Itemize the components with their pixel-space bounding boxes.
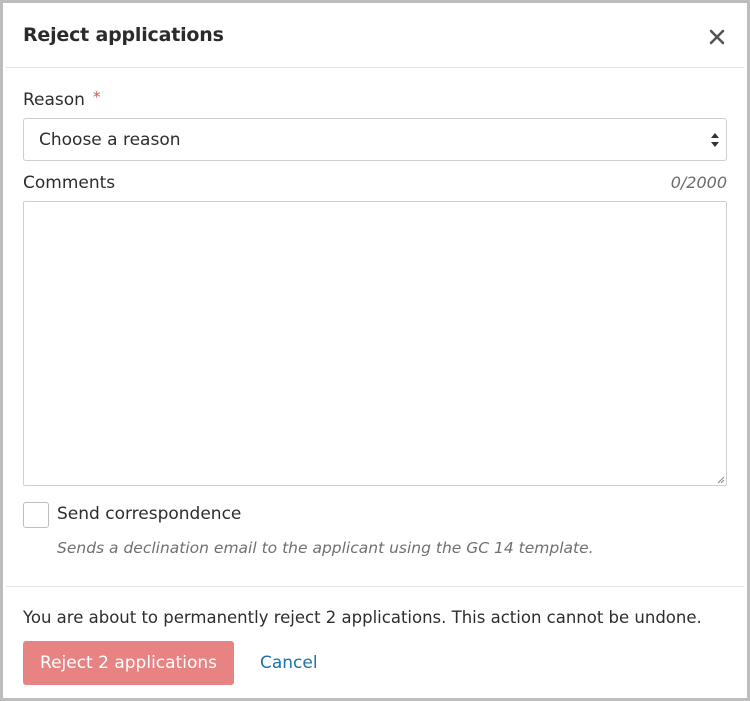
- modal-header: Reject applications: [6, 6, 744, 68]
- resize-handle-icon[interactable]: [717, 476, 725, 484]
- modal-frame: Reject applications Reason * Choose a rea…: [0, 0, 750, 701]
- comments-label: Comments: [23, 173, 116, 193]
- send-correspondence-checkbox[interactable]: [23, 502, 49, 528]
- cancel-button[interactable]: Cancel: [260, 653, 318, 673]
- comments-textarea[interactable]: [23, 201, 727, 486]
- reason-label: Reason *: [23, 88, 101, 110]
- send-correspondence-label: Send correspondence: [57, 504, 242, 524]
- reason-select-value: Choose a reason: [39, 130, 181, 150]
- close-icon-glyph: [709, 29, 725, 45]
- send-correspondence-hint: Sends a declination email to the applica…: [57, 539, 594, 557]
- modal-title: Reject applications: [23, 24, 224, 46]
- reason-label-text: Reason: [23, 90, 85, 110]
- reject-applications-button[interactable]: Reject 2 applications: [23, 641, 234, 685]
- reject-applications-modal: Reject applications Reason * Choose a rea…: [6, 6, 744, 695]
- close-icon[interactable]: [706, 26, 728, 48]
- modal-footer: You are about to permanently reject 2 ap…: [6, 586, 744, 695]
- reject-warning-text: You are about to permanently reject 2 ap…: [23, 608, 702, 627]
- reason-select[interactable]: Choose a reason: [23, 118, 727, 161]
- select-arrows-icon: [711, 133, 719, 147]
- character-counter: 0/2000: [670, 173, 727, 192]
- required-marker: *: [92, 88, 101, 106]
